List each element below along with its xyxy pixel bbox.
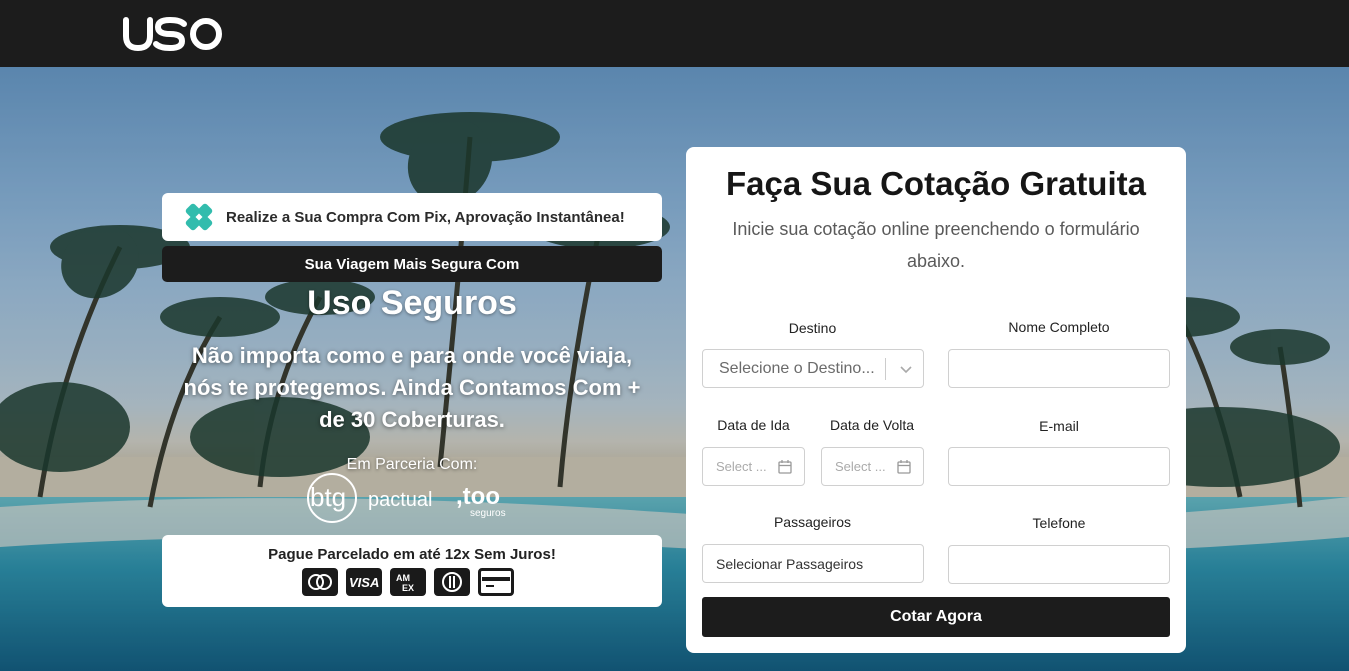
nome-label: Nome Completo [1008, 319, 1110, 335]
diners-icon [434, 568, 470, 596]
passageiros-select[interactable]: Selecionar Passageiros [702, 544, 924, 583]
select-separator [885, 358, 886, 380]
passageiros-label: Passageiros [773, 514, 852, 530]
data-volta-input[interactable]: Select ... [821, 447, 924, 486]
destino-label: Destino [788, 320, 837, 336]
uso-logo[interactable] [122, 14, 226, 54]
data-ida-label: Data de Ida [717, 417, 790, 433]
hero-subtitle-line: nós te protegemos. Ainda Contamos Com + [183, 375, 641, 400]
quote-form-card: Faça Sua Cotação Gratuita Inicie sua cot… [686, 147, 1186, 653]
form-description: Inicie sua cotação online preenchendo o … [732, 219, 1140, 271]
data-ida-placeholder: Select ... [716, 459, 767, 474]
nome-input[interactable] [948, 349, 1170, 388]
telefone-input[interactable] [948, 545, 1170, 584]
pix-banner-text: Realize a Sua Compra Com Pix, Aprovação … [226, 208, 625, 226]
data-ida-input[interactable]: Select ... [702, 447, 805, 486]
svg-text:,too: ,too [456, 483, 500, 510]
form-title: Faça Sua Cotação Gratuita [726, 165, 1146, 202]
telefone-label: Telefone [1032, 515, 1086, 531]
cotar-agora-button[interactable]: Cotar Agora [702, 597, 1170, 637]
destino-placeholder: Selecione o Destino... [719, 359, 875, 377]
visa-icon: VISA [346, 568, 382, 596]
brand-title: Uso Seguros [307, 284, 517, 322]
credit-card-icon [478, 568, 514, 596]
hero-subtitle-line: de 30 Coberturas. [319, 407, 505, 432]
svg-text:AM: AM [396, 573, 410, 583]
svg-text:EX: EX [402, 583, 414, 593]
card-brands: VISA AM EX [302, 568, 514, 598]
mastercard-icon [302, 568, 338, 596]
payment-box: Pague Parcelado em até 12x Sem Juros! VI… [162, 535, 662, 607]
too-seguros-logo: ,too seguros [456, 483, 506, 519]
amex-icon: AM EX [390, 568, 426, 596]
pix-banner: Realize a Sua Compra Com Pix, Aprovação … [162, 193, 662, 241]
svg-text:btg: btg [310, 482, 346, 512]
hero-subtitle: Não importa como e para onde você viaja,… [162, 340, 662, 436]
data-volta-placeholder: Select ... [835, 459, 886, 474]
svg-text:seguros: seguros [470, 508, 506, 519]
top-navbar [0, 0, 1349, 67]
chevron-down-icon[interactable] [899, 362, 913, 376]
btg-pactual-logo: btg pactual [307, 473, 433, 523]
email-label: E-mail [1039, 418, 1079, 434]
data-volta-label: Data de Volta [829, 417, 915, 433]
destino-select[interactable]: Selecione o Destino... [702, 349, 924, 388]
pix-icon [185, 203, 213, 231]
svg-text:pactual: pactual [368, 489, 433, 511]
installments-text: Pague Parcelado em até 12x Sem Juros! [268, 546, 556, 563]
svg-text:VISA: VISA [349, 575, 379, 590]
secure-trip-bar: Sua Viagem Mais Segura Com [162, 246, 662, 282]
hero-subtitle-line: Não importa como e para onde você viaja, [191, 343, 633, 368]
passageiros-value: Selecionar Passageiros [716, 555, 864, 572]
calendar-icon[interactable] [897, 459, 911, 474]
email-input[interactable] [948, 447, 1170, 486]
calendar-icon[interactable] [778, 459, 792, 474]
